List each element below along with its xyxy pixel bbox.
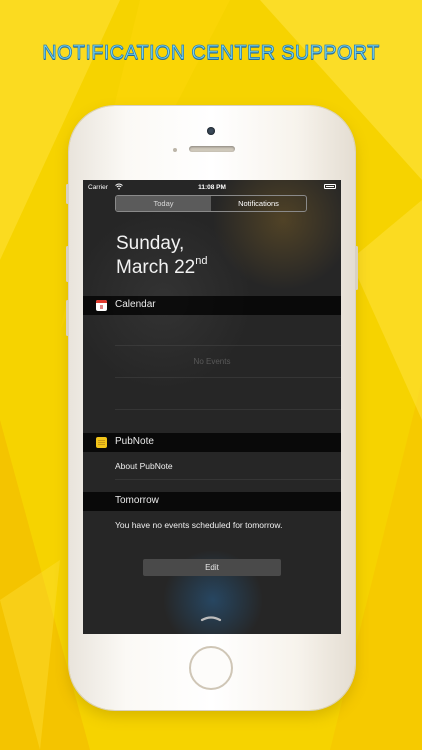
calendar-widget-title: Calendar xyxy=(115,299,156,310)
mute-switch xyxy=(66,184,69,204)
status-time: 11:08 PM xyxy=(198,184,226,191)
tab-today[interactable]: Today xyxy=(116,196,211,211)
calendar-gridline xyxy=(115,377,341,378)
notification-center-screen: Carrier 11:08 PM Today Notifications Sun… xyxy=(83,180,341,634)
phone-frame: Carrier 11:08 PM Today Notifications Sun… xyxy=(66,106,358,710)
date-text: March 22 xyxy=(116,257,196,278)
pubnote-gridline xyxy=(115,479,341,480)
home-button[interactable] xyxy=(189,646,233,690)
date-weekday: Sunday, xyxy=(116,233,185,254)
tomorrow-message: You have no events scheduled for tomorro… xyxy=(115,520,283,530)
power-button xyxy=(355,246,358,290)
sensor-dot xyxy=(173,148,177,152)
edit-button[interactable]: Edit xyxy=(143,559,281,576)
tab-notifications[interactable]: Notifications xyxy=(211,196,306,211)
tomorrow-widget-header: Tomorrow xyxy=(83,492,341,511)
calendar-gridline xyxy=(115,345,341,346)
calendar-icon xyxy=(96,300,107,311)
view-segmented-control: Today Notifications xyxy=(115,195,307,212)
volume-up-button xyxy=(66,246,69,282)
camera-icon xyxy=(207,127,215,135)
page-title: NOTIFICATION CENTER SUPPORT xyxy=(42,42,380,65)
calendar-gridline xyxy=(115,409,341,410)
tomorrow-widget-title: Tomorrow xyxy=(115,495,159,506)
pubnote-widget-header[interactable]: PubNote xyxy=(83,433,341,452)
date-month-day: March 22nd xyxy=(116,255,208,279)
volume-down-button xyxy=(66,300,69,336)
date-suffix: nd xyxy=(195,255,208,267)
note-icon xyxy=(96,437,107,448)
earpiece-speaker xyxy=(189,146,235,152)
battery-icon xyxy=(324,184,336,189)
pubnote-widget-title: PubNote xyxy=(115,436,154,447)
about-pubnote-link[interactable]: About PubNote xyxy=(115,461,173,471)
chevron-grabber-icon[interactable] xyxy=(200,614,222,622)
calendar-widget-header[interactable]: Calendar xyxy=(83,296,341,315)
calendar-empty-label: No Events xyxy=(193,357,231,366)
status-bar: Carrier 11:08 PM xyxy=(83,180,341,194)
